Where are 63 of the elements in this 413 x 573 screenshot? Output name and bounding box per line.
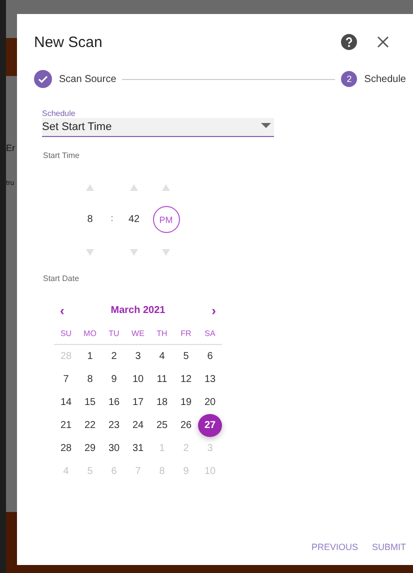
calendar-day[interactable]: 5 xyxy=(174,345,198,368)
calendar-day[interactable]: 1 xyxy=(78,345,102,368)
dialog-button[interactable]: PREVIOUS xyxy=(311,538,358,556)
calendar-day[interactable]: 7 xyxy=(54,368,78,391)
calendar-day[interactable]: 25 xyxy=(150,414,174,437)
up-arrow-icon[interactable] xyxy=(162,184,170,190)
down-arrow-icon[interactable] xyxy=(130,248,138,256)
calendar-day[interactable]: 18 xyxy=(150,391,174,414)
time-separator: : xyxy=(110,212,114,222)
down-arrow-icon[interactable] xyxy=(162,248,170,256)
calendar-day[interactable]: 9 xyxy=(102,368,126,391)
calendar-day[interactable]: 4 xyxy=(150,345,174,368)
weekday-label: SU xyxy=(60,328,72,338)
calendar-day[interactable]: 29 xyxy=(78,437,102,460)
close-icon[interactable] xyxy=(377,36,389,48)
weekday-label: TH xyxy=(156,328,168,338)
weekday-label: WE xyxy=(132,328,144,338)
calendar-day[interactable]: 11 xyxy=(150,368,174,391)
weekday-label: SA xyxy=(204,328,216,338)
calendar-day[interactable]: 3 xyxy=(126,345,150,368)
calendar-day[interactable]: 14 xyxy=(54,391,78,414)
calendar-day[interactable]: 17 xyxy=(126,391,150,414)
calendar-day[interactable]: 2 xyxy=(102,345,126,368)
help-icon[interactable] xyxy=(341,34,357,50)
up-arrow-icon[interactable] xyxy=(130,184,138,190)
calendar-day[interactable]: 20 xyxy=(198,391,222,414)
page-text: Er xyxy=(6,143,15,153)
calendar-day[interactable]: 24 xyxy=(126,414,150,437)
weekday-label: TU xyxy=(108,328,120,338)
weekday-label: MO xyxy=(84,328,96,338)
minute-value: 42 xyxy=(128,214,140,225)
dialog-title: New Scan xyxy=(34,34,104,50)
dialog-button[interactable]: SUBMIT xyxy=(372,538,406,556)
up-arrow-icon[interactable] xyxy=(86,184,94,190)
caret-icon xyxy=(261,123,271,128)
calendar-day[interactable]: 8 xyxy=(78,368,102,391)
calendar-day[interactable]: 19 xyxy=(174,391,198,414)
step[interactable]: Scan Source xyxy=(34,70,116,88)
start-date-label: Start Date xyxy=(43,274,80,283)
calendar-day[interactable]: 12 xyxy=(174,368,198,391)
calendar-day[interactable]: 6 xyxy=(198,345,222,368)
weekday-label: FR xyxy=(180,328,192,338)
start-time-label: Start Time xyxy=(43,151,80,160)
calendar-day[interactable]: 28 xyxy=(54,437,78,460)
calendar-day[interactable]: 16 xyxy=(102,391,126,414)
hour-value: 8 xyxy=(87,214,93,225)
calendar-day[interactable]: 22 xyxy=(78,414,102,437)
next-month-button[interactable]: › xyxy=(212,302,216,318)
calendar-day[interactable]: 23 xyxy=(102,414,126,437)
step[interactable]: 2 Schedule xyxy=(341,71,406,87)
calendar-day[interactable]: 30 xyxy=(102,437,126,460)
month-title: March 2021 xyxy=(110,304,166,316)
calendar-day[interactable]: 31 xyxy=(126,437,150,460)
calendar-day[interactable]: 26 xyxy=(174,414,198,437)
calendar-day[interactable]: 10 xyxy=(126,368,150,391)
period-toggle[interactable]: PM xyxy=(152,206,180,233)
calendar-day[interactable]: 15 xyxy=(78,391,102,414)
previous-month-button[interactable]: ‹ xyxy=(60,302,64,318)
step-number: 2 xyxy=(341,71,358,87)
calendar-day[interactable]: 21 xyxy=(54,414,78,437)
calendar-day[interactable]: 27 xyxy=(198,414,222,437)
calendar-day[interactable]: 13 xyxy=(198,368,222,391)
down-arrow-icon[interactable] xyxy=(86,248,94,256)
